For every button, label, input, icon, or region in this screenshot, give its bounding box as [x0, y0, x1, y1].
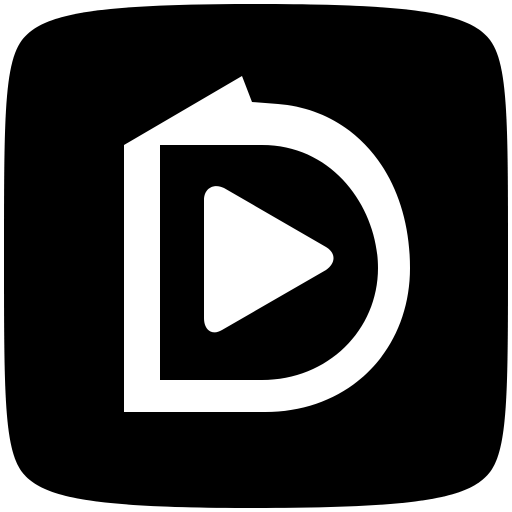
- icon-canvas: [0, 0, 512, 512]
- app-icon[interactable]: [0, 0, 512, 512]
